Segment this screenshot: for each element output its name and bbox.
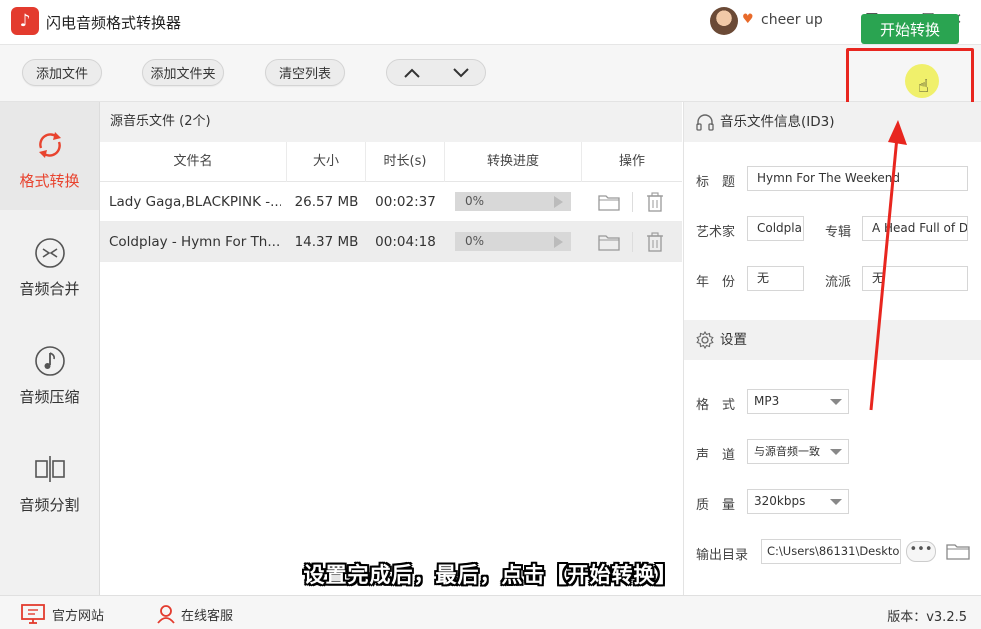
official-website-link[interactable]: 官方网站 [52, 605, 104, 624]
divider [632, 192, 633, 212]
sidebar-item-audio-split[interactable]: 音频分割 [0, 426, 99, 534]
refresh-icon [33, 128, 67, 162]
channel-label: 声 道 [696, 448, 736, 463]
file-list-header: 源音乐文件 (2个) [100, 102, 682, 142]
file-size: 14.37 MB [294, 234, 359, 250]
chevron-down-icon [452, 67, 469, 77]
sidebar-item-label: 音频合并 [19, 280, 80, 298]
trash-icon[interactable] [644, 192, 666, 212]
column-header-progress[interactable]: 转换进度 [445, 142, 582, 182]
start-convert-button[interactable]: 开始转换 [861, 14, 959, 44]
move-buttons [386, 59, 486, 86]
add-folder-button[interactable]: 添加文件夹 [142, 59, 224, 86]
year-field[interactable]: 无 [747, 266, 804, 291]
progress-text: 0% [465, 234, 485, 248]
artist-field[interactable]: Coldpla [747, 216, 804, 241]
divider [632, 232, 633, 252]
folder-icon[interactable] [598, 232, 620, 252]
settings-section-header: 设置 [684, 320, 981, 360]
chevron-down-icon [830, 499, 842, 505]
chevron-up-icon [403, 68, 420, 78]
year-label: 年 份 [696, 275, 736, 290]
right-panel: 音乐文件信息(ID3) 标 题 Hymn For The Weekend 艺术家… [683, 102, 981, 595]
merge-icon [33, 236, 67, 270]
app-logo-icon: ♪ [11, 7, 39, 35]
table-row[interactable]: Coldplay - Hymn For Th... 14.37 MB 00:04… [100, 222, 682, 262]
format-value: MP3 [754, 394, 780, 408]
quality-select[interactable]: 320kbps [747, 489, 849, 514]
channel-select[interactable]: 与源音频一致 [747, 439, 849, 464]
trash-icon[interactable] [644, 232, 666, 252]
sidebar-item-label: 音频压缩 [19, 388, 80, 406]
user-name[interactable]: cheer up [761, 12, 823, 28]
column-header-duration[interactable]: 时长(s) [366, 142, 445, 182]
add-file-button[interactable]: 添加文件 [22, 59, 102, 86]
sidebar-item-format-convert[interactable]: 格式转换 [0, 102, 99, 210]
move-down-button[interactable] [436, 60, 485, 85]
id3-section-header: 音乐文件信息(ID3) [684, 102, 981, 142]
vip-heart-icon: ♥ [742, 12, 754, 27]
folder-icon[interactable] [946, 541, 970, 561]
column-header-actions: 操作 [618, 154, 645, 169]
customer-service-icon [157, 605, 175, 624]
file-duration: 00:04:18 [375, 234, 436, 250]
progress-bar: 0% [455, 232, 571, 251]
annotation-arrow [869, 120, 907, 411]
monitor-icon [21, 604, 45, 624]
version-text: 版本：v3.2.5 [887, 610, 967, 625]
table-header: 文件名 大小 时长(s) 转换进度 操作 [100, 142, 682, 182]
title-field[interactable]: Hymn For The Weekend [747, 166, 968, 191]
chevron-down-icon [830, 449, 842, 455]
video-caption: 设置完成后，最后，点击【开始转换】 [303, 563, 678, 587]
status-bar: 官方网站 在线客服 版本：v3.2.5 [0, 595, 981, 629]
file-list-panel: 源音乐文件 (2个) 文件名 大小 时长(s) 转换进度 操作 Lady Gag… [100, 102, 682, 595]
play-icon[interactable] [554, 196, 563, 208]
split-icon [33, 452, 67, 486]
play-icon[interactable] [554, 236, 563, 248]
sidebar-item-audio-compress[interactable]: 音频压缩 [0, 318, 99, 426]
move-up-button[interactable] [387, 60, 436, 85]
file-name: Coldplay - Hymn For Th... [109, 234, 281, 250]
annotation-highlight-box [846, 48, 974, 108]
gear-icon [696, 331, 714, 349]
quality-label: 质 量 [696, 498, 736, 513]
toolbar: 添加文件 添加文件夹 清空列表 [0, 44, 981, 102]
sidebar-item-label: 格式转换 [19, 172, 80, 190]
file-name: Lady Gaga,BLACKPINK -... [109, 194, 281, 210]
sidebar-item-audio-merge[interactable]: 音频合并 [0, 210, 99, 318]
format-select[interactable]: MP3 [747, 389, 849, 414]
genre-label: 流派 [825, 275, 852, 290]
sidebar-item-label: 音频分割 [19, 496, 80, 514]
column-header-size[interactable]: 大小 [287, 142, 366, 182]
title-bar: ♪ 闪电音频格式转换器 ♥ cheer up ☰ — ☐ ✕ [0, 0, 981, 44]
headphones-icon [696, 114, 714, 131]
app-title: 闪电音频格式转换器 [46, 14, 182, 32]
quality-value: 320kbps [754, 494, 806, 508]
file-duration: 00:02:37 [375, 194, 436, 210]
music-note-icon [33, 344, 67, 378]
clear-list-button[interactable]: 清空列表 [265, 59, 345, 86]
chevron-down-icon [830, 399, 842, 405]
avatar[interactable] [710, 7, 738, 35]
settings-section-title: 设置 [720, 332, 747, 348]
progress-bar: 0% [455, 192, 571, 211]
id3-section-title: 音乐文件信息(ID3) [720, 114, 835, 130]
artist-label: 艺术家 [696, 225, 736, 240]
sidebar: 格式转换 音频合并 音频压缩 音频分割 [0, 102, 100, 595]
table-row[interactable]: Lady Gaga,BLACKPINK -... 26.57 MB 00:02:… [100, 182, 682, 222]
format-label: 格 式 [696, 398, 736, 413]
title-label: 标 题 [696, 175, 736, 190]
file-size: 26.57 MB [294, 194, 359, 210]
progress-text: 0% [465, 194, 485, 208]
channel-value: 与源音频一致 [754, 445, 820, 458]
album-label: 专辑 [825, 225, 852, 240]
online-support-link[interactable]: 在线客服 [181, 605, 233, 624]
folder-icon[interactable] [598, 192, 620, 212]
column-header-name[interactable]: 文件名 [100, 142, 287, 182]
